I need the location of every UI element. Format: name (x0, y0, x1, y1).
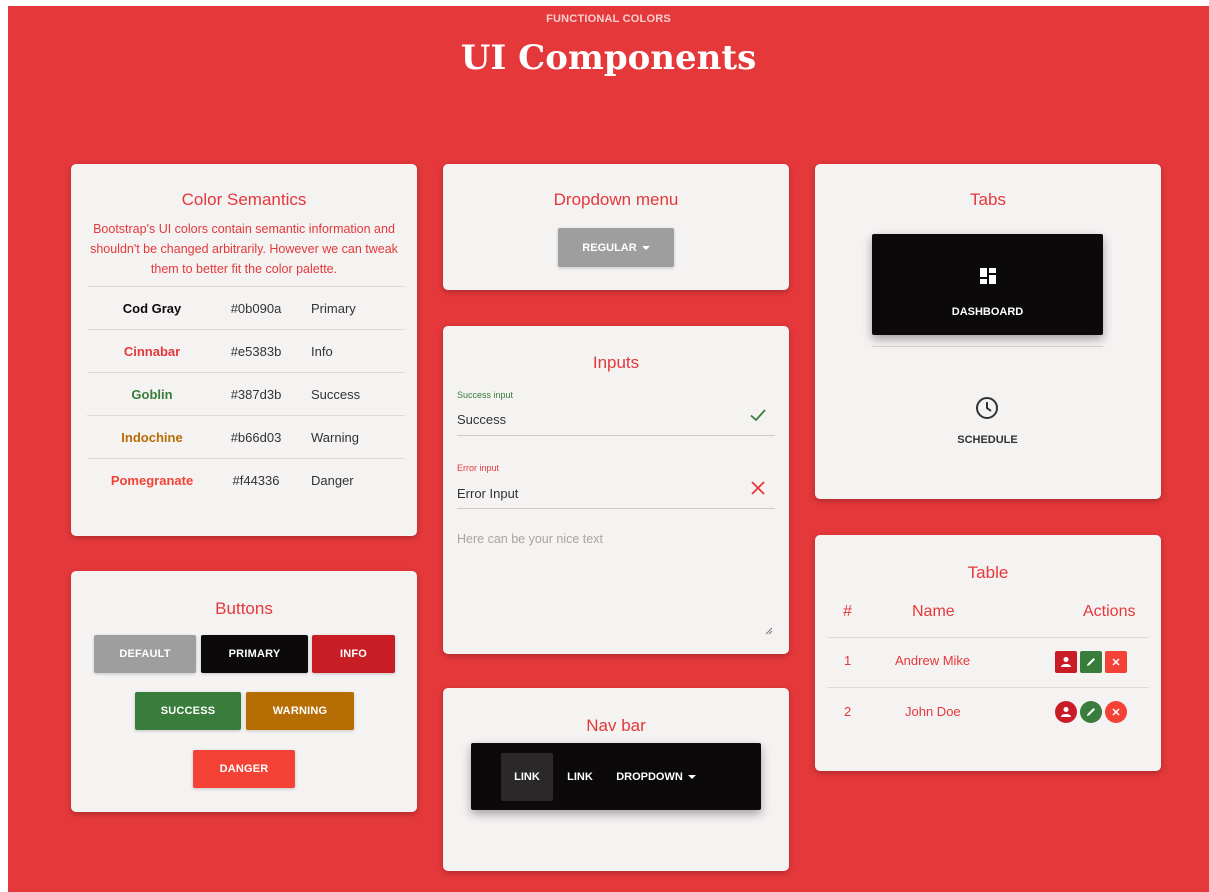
color-row: Indochine #b66d03 Warning (87, 415, 405, 458)
buttons-title: Buttons (215, 599, 273, 618)
tabs-title: Tabs (970, 190, 1006, 209)
tab-dashboard[interactable]: DASHBOARD (872, 234, 1103, 335)
color-role: Danger (311, 472, 354, 488)
nav-link-label: LINK (567, 771, 593, 783)
tab-schedule-label: SCHEDULE (957, 434, 1018, 446)
user-profile-button[interactable] (1055, 701, 1077, 723)
success-button[interactable]: SUCCESS (135, 692, 241, 730)
check-icon (749, 406, 767, 429)
row-name: John Doe (905, 704, 961, 719)
table-divider (827, 687, 1149, 688)
table-card: Table # Name Actions 1 Andrew Mike 2 Joh… (815, 535, 1161, 771)
edit-button[interactable] (1080, 701, 1102, 723)
nav-dropdown[interactable]: DROPDOWN (611, 753, 701, 801)
nav-dropdown-label: DROPDOWN (616, 771, 683, 783)
color-name: Cod Gray (122, 300, 182, 316)
edit-button[interactable] (1080, 651, 1102, 673)
nav-link-label: LINK (514, 771, 540, 783)
dropdown-title: Dropdown menu (553, 190, 679, 209)
page-eyebrow: FUNCTIONAL COLORS (546, 13, 671, 25)
row-number: 1 (844, 653, 852, 668)
user-profile-button[interactable] (1055, 651, 1077, 673)
page-title: UI Components (460, 38, 757, 78)
success-input-underline (457, 435, 775, 436)
table-header-number: # (843, 603, 852, 620)
caret-down-icon (687, 775, 696, 779)
tabs-card: Tabs DASHBOARD SCHEDULE (815, 164, 1161, 499)
color-semantics-card: Color Semantics Bootstrap's UI colors co… (71, 164, 417, 536)
dropdown-card: Dropdown menu REGULAR (443, 164, 789, 290)
color-row: Goblin #387d3b Success (87, 372, 405, 415)
inputs-title: Inputs (592, 353, 640, 372)
color-row: Pomegranate #f44336 Danger (87, 458, 405, 501)
color-role: Primary (311, 300, 356, 316)
color-name: Indochine (121, 429, 183, 445)
danger-button[interactable]: DANGER (193, 750, 295, 788)
row-number: 2 (844, 704, 852, 719)
color-semantics-title: Color Semantics (181, 190, 307, 209)
color-role: Info (311, 343, 333, 359)
table-header-actions: Actions (1083, 603, 1136, 620)
navbar: LINK LINK DROPDOWN (471, 743, 761, 810)
warning-button[interactable]: WARNING (246, 692, 354, 730)
tab-schedule[interactable]: SCHEDULE (872, 386, 1103, 456)
table-title: Table (967, 563, 1009, 582)
color-role: Success (311, 386, 361, 402)
caret-down-icon (641, 245, 650, 250)
default-button[interactable]: DEFAULT (94, 635, 196, 673)
color-row: Cinnabar #e5383b Info (87, 329, 405, 372)
color-hex: #f44336 (232, 472, 280, 488)
tab-divider (872, 346, 1103, 347)
info-button[interactable]: INFO (312, 635, 395, 673)
success-input[interactable]: Success (457, 412, 506, 427)
delete-button[interactable] (1105, 701, 1127, 723)
color-name: Cinnabar (123, 343, 181, 359)
navbar-card: Nav bar LINK LINK DROPDOWN (443, 688, 789, 871)
color-hex: #387d3b (230, 386, 282, 402)
primary-button[interactable]: PRIMARY (201, 635, 308, 673)
page-background: FUNCTIONAL COLORS UI Components Color Se… (8, 6, 1209, 892)
buttons-card: Buttons DEFAULT PRIMARY INFO SUCCESS WAR… (71, 571, 417, 812)
regular-dropdown-button[interactable]: REGULAR (558, 228, 674, 267)
tab-dashboard-label: DASHBOARD (951, 306, 1024, 318)
color-semantics-description: Bootstrap's UI colors contain semantic i… (90, 222, 398, 276)
success-input-label: Success input (457, 390, 514, 400)
error-input[interactable]: Error Input (457, 486, 518, 501)
color-name: Pomegranate (110, 472, 194, 488)
color-hex: #0b090a (230, 300, 282, 316)
color-semantics-table: Cod Gray #0b090a Primary Cinnabar #e5383… (87, 286, 405, 501)
color-row: Cod Gray #0b090a Primary (87, 286, 405, 329)
delete-button[interactable] (1105, 651, 1127, 673)
table-divider (827, 637, 1149, 638)
dropdown-label: REGULAR (582, 241, 637, 254)
table-header-name: Name (912, 603, 955, 620)
color-hex: #e5383b (230, 343, 282, 359)
color-role: Warning (311, 429, 359, 445)
textarea-input[interactable]: Here can be your nice text (457, 532, 603, 546)
color-hex: #b66d03 (230, 429, 282, 445)
nav-link-active[interactable]: LINK (501, 753, 553, 801)
row-name: Andrew Mike (895, 653, 971, 668)
clock-icon (975, 396, 999, 420)
error-input-underline (457, 508, 775, 509)
navbar-title: Nav bar (586, 716, 646, 735)
close-icon (749, 479, 767, 502)
nav-link[interactable]: LINK (557, 753, 603, 801)
color-name: Goblin (131, 386, 173, 402)
inputs-card: Inputs Success input Success Error input… (443, 326, 789, 654)
resize-handle-icon[interactable] (765, 622, 773, 635)
error-input-label: Error input (457, 463, 500, 473)
dashboard-icon (980, 268, 996, 284)
